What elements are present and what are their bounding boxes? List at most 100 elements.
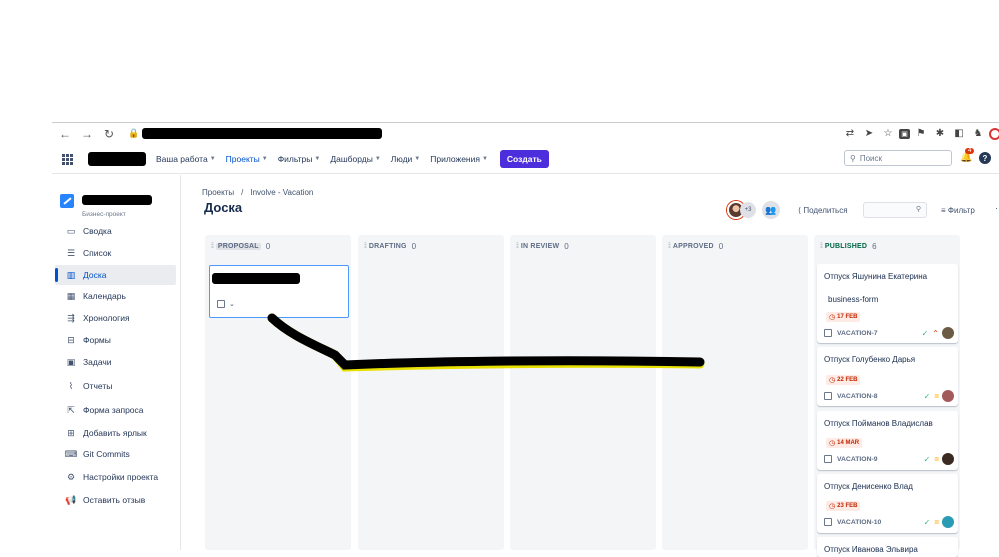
- chevron-down-icon: ▼: [374, 155, 381, 162]
- lock-icon: 🔒: [128, 128, 140, 138]
- drag-handle-icon[interactable]: ⁞⁞: [364, 243, 367, 250]
- sidebar-item-board[interactable]: ▥ Доска: [55, 265, 176, 285]
- more-avatars[interactable]: +3: [740, 202, 756, 218]
- avatar[interactable]: [942, 390, 954, 402]
- avatar-group[interactable]: +3 👥: [727, 201, 780, 219]
- issue-card[interactable]: Отпуск Денисенко Влад ◷ 23 FEB VACATION-1…: [817, 474, 958, 533]
- issue-type-icon: [824, 518, 832, 526]
- avatar[interactable]: [942, 327, 954, 339]
- sidebar-item-request-form[interactable]: ⇱ Форма запроса: [55, 400, 176, 420]
- top-navigation: Ваша работа ▼ Проекты ▼ Фильтры ▼ Дашборды ▼…: [52, 144, 999, 174]
- megaphone-icon: 📢: [65, 494, 77, 505]
- nav-people[interactable]: Люди ▼: [391, 154, 420, 164]
- clock-icon: ◷: [829, 440, 836, 447]
- drag-handle-icon[interactable]: ⁞⁞: [211, 243, 214, 250]
- extension-icon[interactable]: ▣: [899, 128, 910, 139]
- project-header[interactable]: Бизнес-проект: [60, 192, 152, 218]
- search-input[interactable]: ⚲ Поиск: [844, 150, 952, 166]
- sidebar-icon[interactable]: ◧: [951, 126, 967, 142]
- extension-icon[interactable]: ⚑: [913, 126, 929, 142]
- board-search-input[interactable]: ⚲: [863, 202, 927, 218]
- sidebar-item-feedback[interactable]: 📢 Оставить отзыв: [55, 490, 176, 510]
- issue-form-label: business-form: [828, 295, 879, 304]
- search-icon: ⚲: [850, 153, 856, 163]
- chevron-down-icon: ▼: [481, 155, 488, 162]
- sidebar-item-add-shortcut[interactable]: ⊞ Добавить ярлык: [55, 423, 176, 443]
- nav-filters[interactable]: Фильтры ▼: [278, 154, 321, 164]
- nav-dashboards[interactable]: Дашборды ▼: [330, 154, 380, 164]
- add-people-icon[interactable]: 👥: [762, 201, 780, 219]
- sidebar-item-forms[interactable]: ⊟ Формы: [55, 330, 176, 350]
- drag-handle-icon[interactable]: ⁞⁞: [668, 243, 671, 250]
- breadcrumb-separator: /: [241, 188, 244, 197]
- sidebar-item-list[interactable]: ☰ Список: [55, 243, 176, 263]
- breadcrumb: Проекты / Involve - Vacation: [202, 188, 313, 197]
- due-date-badge: ◷ 23 FEB: [826, 501, 861, 511]
- timeline-icon: ⇶: [67, 312, 75, 323]
- drag-handle-icon[interactable]: ⁞⁞: [820, 243, 823, 250]
- back-button[interactable]: ←: [56, 125, 74, 143]
- sidebar-item-timeline[interactable]: ⇶ Хронология: [55, 308, 176, 328]
- clock-icon: ◷: [829, 377, 836, 384]
- issue-type-icon: [824, 392, 832, 400]
- app-switcher-icon[interactable]: [62, 153, 73, 165]
- create-button[interactable]: Создать: [499, 149, 549, 168]
- chevron-down-icon: ▼: [314, 155, 321, 162]
- chevron-down-icon: ▼: [261, 155, 268, 162]
- column-count: 0: [564, 242, 569, 251]
- priority-medium-icon: =: [934, 454, 939, 464]
- priority-medium-icon: =: [934, 517, 939, 527]
- issue-key[interactable]: VACATION-10: [837, 519, 881, 526]
- nav-your-work[interactable]: Ваша работа ▼: [156, 154, 216, 164]
- sidebar-item-settings[interactable]: ⚙ Настройки проекта: [55, 467, 176, 487]
- reload-button[interactable]: ↻: [100, 125, 118, 143]
- column-drafting: ⁞⁞ DRAFTING 0: [358, 235, 504, 550]
- avatar[interactable]: [942, 516, 954, 528]
- sidebar-item-summary[interactable]: ▭ Сводка: [55, 221, 176, 241]
- page-title: Доска: [204, 200, 243, 215]
- extension-icon[interactable]: ♞: [970, 126, 986, 142]
- translate-icon[interactable]: ⇄: [842, 126, 858, 142]
- breadcrumb-project[interactable]: Involve - Vacation: [250, 188, 313, 197]
- nav-apps[interactable]: Приложения ▼: [430, 154, 488, 164]
- share-button[interactable]: ⟨ Поделиться: [798, 206, 848, 215]
- puzzle-icon[interactable]: ✱: [932, 126, 948, 142]
- avatar[interactable]: [942, 453, 954, 465]
- issue-title: Отпуск Голубенко Дарья: [824, 355, 916, 364]
- issue-type-icon: [824, 329, 832, 337]
- issue-card[interactable]: Отпуск Иванова Эльвира: [817, 537, 958, 557]
- check-icon: ✓: [923, 454, 931, 464]
- breadcrumb-projects[interactable]: Проекты: [202, 188, 234, 197]
- sidebar-item-reports[interactable]: ⌇ Отчеты: [55, 376, 176, 396]
- sidebar-item-tasks[interactable]: ▣ Задачи: [55, 352, 176, 372]
- issue-key[interactable]: VACATION-9: [837, 456, 878, 463]
- profile-icon[interactable]: [989, 127, 999, 140]
- more-options-button[interactable]: ···: [995, 203, 999, 213]
- address-bar[interactable]: 🔒: [128, 126, 383, 142]
- issue-key[interactable]: VACATION-7: [837, 330, 878, 337]
- sidebar-item-calendar[interactable]: ▦ Календарь: [55, 286, 176, 306]
- redacted-card-title: [212, 273, 300, 284]
- help-icon[interactable]: ?: [979, 152, 991, 164]
- sidebar-item-git-commits[interactable]: ⌨ Git Commits: [55, 444, 176, 464]
- due-date-badge: ◷ 14 MAR: [826, 438, 863, 448]
- project-type: Бизнес-проект: [82, 211, 126, 218]
- forward-button[interactable]: →: [78, 125, 96, 143]
- column-approved: ⁞⁞ APPROVED 0: [662, 235, 808, 550]
- issue-type-icon[interactable]: [217, 300, 225, 308]
- chevron-down-icon[interactable]: ⌄: [229, 300, 235, 308]
- star-icon[interactable]: ☆: [880, 126, 896, 142]
- issue-key[interactable]: VACATION-8: [837, 393, 878, 400]
- issue-card[interactable]: Отпуск Голубенко Дарья ◷ 22 FEB VACATION-…: [817, 347, 958, 406]
- tasks-icon: ▣: [66, 356, 76, 367]
- nav-projects[interactable]: Проекты ▼: [226, 154, 268, 164]
- column-in-review: ⁞⁞ IN REVIEW 0: [510, 235, 656, 550]
- issue-card[interactable]: Отпуск Яшунина Екатерина business-form ◷…: [817, 264, 958, 343]
- issue-card[interactable]: Отпуск Пойманов Владислав ◷ 14 MAR VACATI…: [817, 411, 958, 470]
- column-title: PUBLISHED: [824, 243, 868, 250]
- share-icon: ⟨: [798, 206, 802, 215]
- send-icon[interactable]: ➤: [861, 126, 877, 142]
- filter-button[interactable]: ≡ Фильтр: [941, 206, 975, 215]
- drag-handle-icon[interactable]: ⁞⁞: [516, 243, 519, 250]
- column-count: 0: [718, 242, 724, 251]
